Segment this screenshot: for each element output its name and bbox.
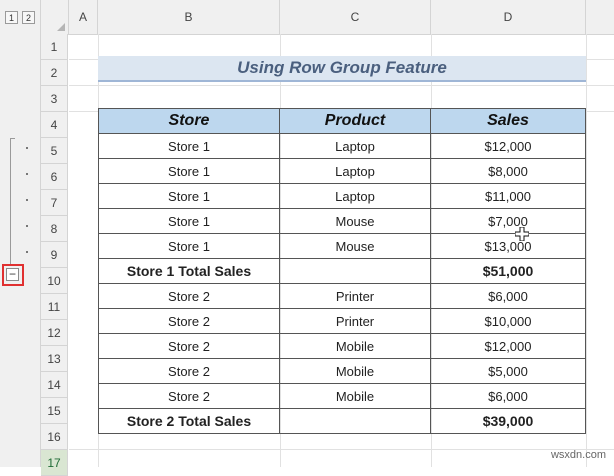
table-row: Store 1 Mouse $13,000 — [98, 233, 586, 259]
cell-sales[interactable]: $5,000 — [430, 358, 586, 384]
cell-sales[interactable]: $13,000 — [430, 233, 586, 259]
gridline — [69, 449, 614, 450]
cell-store[interactable]: Store 1 — [98, 133, 280, 159]
outline-dot — [26, 199, 28, 201]
table-header-row: Store Product Sales — [98, 108, 586, 134]
row-header[interactable]: 13 — [41, 346, 68, 372]
gridline — [586, 34, 587, 467]
cell-product[interactable]: Mouse — [279, 208, 431, 234]
cell-product[interactable] — [279, 258, 431, 284]
header-store[interactable]: Store — [98, 108, 280, 134]
cell-store[interactable]: Store 2 — [98, 308, 280, 334]
header-sales[interactable]: Sales — [430, 108, 586, 134]
cell-store[interactable]: Store 2 — [98, 358, 280, 384]
cell-sales[interactable]: $12,000 — [430, 333, 586, 359]
cell-product[interactable]: Laptop — [279, 133, 431, 159]
row-header[interactable]: 7 — [41, 190, 68, 216]
table-row: Store 2 Mobile $5,000 — [98, 358, 586, 384]
row-header[interactable]: 5 — [41, 138, 68, 164]
cell-store[interactable]: Store 1 — [98, 158, 280, 184]
row-header[interactable]: 8 — [41, 216, 68, 242]
cell-product[interactable]: Mobile — [279, 358, 431, 384]
group-bracket-tick — [10, 138, 15, 139]
cell-total-sales[interactable]: $39,000 — [430, 408, 586, 434]
group-bracket-line — [10, 138, 11, 266]
table-row: Store 1 Laptop $11,000 — [98, 183, 586, 209]
gridline — [69, 85, 614, 86]
table-total-row: Store 1 Total Sales $51,000 — [98, 258, 586, 284]
watermark: wsxdn.com — [550, 449, 606, 461]
cell-store[interactable]: Store 1 — [98, 208, 280, 234]
table-row: Store 1 Laptop $8,000 — [98, 158, 586, 184]
cell-store[interactable]: Store 2 — [98, 283, 280, 309]
header-product[interactable]: Product — [279, 108, 431, 134]
row-header[interactable]: 9 — [41, 242, 68, 268]
table-row: Store 1 Mouse $7,000 — [98, 208, 586, 234]
row-header[interactable]: 16 — [41, 424, 68, 450]
cell-total-sales[interactable]: $51,000 — [430, 258, 586, 284]
cell-product[interactable]: Laptop — [279, 158, 431, 184]
cell-store[interactable]: Store 1 — [98, 233, 280, 259]
outline-dot — [26, 251, 28, 253]
sales-table: Store Product Sales Store 1 Laptop $12,0… — [98, 108, 586, 434]
outline-level-1-button[interactable]: 1 — [5, 11, 18, 24]
outline-level-2-button[interactable]: 2 — [22, 11, 35, 24]
cell-product[interactable]: Mouse — [279, 233, 431, 259]
table-row: Store 2 Printer $6,000 — [98, 283, 586, 309]
table-total-row: Store 2 Total Sales $39,000 — [98, 408, 586, 434]
cell-store[interactable]: Store 2 — [98, 333, 280, 359]
column-header-b[interactable]: B — [98, 0, 280, 34]
column-header-c[interactable]: C — [280, 0, 431, 34]
sheet-title[interactable]: Using Row Group Feature — [98, 56, 586, 82]
cell-product[interactable]: Mobile — [279, 383, 431, 409]
cell-store[interactable]: Store 1 — [98, 183, 280, 209]
table-row: Store 2 Mobile $6,000 — [98, 383, 586, 409]
cell-sales[interactable]: $6,000 — [430, 383, 586, 409]
cell-sales[interactable]: $10,000 — [430, 308, 586, 334]
row-header[interactable]: 12 — [41, 320, 68, 346]
table-row: Store 2 Mobile $12,000 — [98, 333, 586, 359]
select-all-corner[interactable] — [41, 0, 69, 34]
cell-sales[interactable]: $8,000 — [430, 158, 586, 184]
row-header[interactable]: 11 — [41, 294, 68, 320]
table-row: Store 1 Laptop $12,000 — [98, 133, 586, 159]
cell-product[interactable]: Mobile — [279, 333, 431, 359]
outline-dot — [26, 147, 28, 149]
row-header[interactable]: 2 — [41, 60, 68, 86]
column-header-d[interactable]: D — [431, 0, 586, 34]
row-header[interactable]: 6 — [41, 164, 68, 190]
cell-product[interactable]: Printer — [279, 283, 431, 309]
row-header[interactable]: 15 — [41, 398, 68, 424]
outline-dot — [26, 225, 28, 227]
cell-product[interactable]: Printer — [279, 308, 431, 334]
row-header[interactable]: 1 — [41, 34, 68, 60]
select-all-icon — [57, 23, 65, 31]
cell-sales[interactable]: $7,000 — [430, 208, 586, 234]
row-header[interactable]: 4 — [41, 112, 68, 138]
column-header-row: A B C D — [41, 0, 614, 35]
cell-sales[interactable]: $11,000 — [430, 183, 586, 209]
row-header-selected[interactable]: 17 — [41, 450, 68, 476]
cell-total-label[interactable]: Store 1 Total Sales — [98, 258, 280, 284]
row-header[interactable]: 10 — [41, 268, 68, 294]
cell-product[interactable]: Laptop — [279, 183, 431, 209]
table-row: Store 2 Printer $10,000 — [98, 308, 586, 334]
row-header[interactable]: 14 — [41, 372, 68, 398]
column-header-a[interactable]: A — [69, 0, 98, 34]
crosshair-cursor-icon — [515, 227, 529, 241]
cell-sales[interactable]: $6,000 — [430, 283, 586, 309]
cell-total-label[interactable]: Store 2 Total Sales — [98, 408, 280, 434]
cell-product[interactable] — [279, 408, 431, 434]
outline-gutter: 1 2 − — [0, 0, 41, 467]
collapse-group-button[interactable]: − — [6, 268, 19, 281]
row-header[interactable]: 3 — [41, 86, 68, 112]
outline-dot — [26, 173, 28, 175]
cell-store[interactable]: Store 2 — [98, 383, 280, 409]
cell-sales[interactable]: $12,000 — [430, 133, 586, 159]
